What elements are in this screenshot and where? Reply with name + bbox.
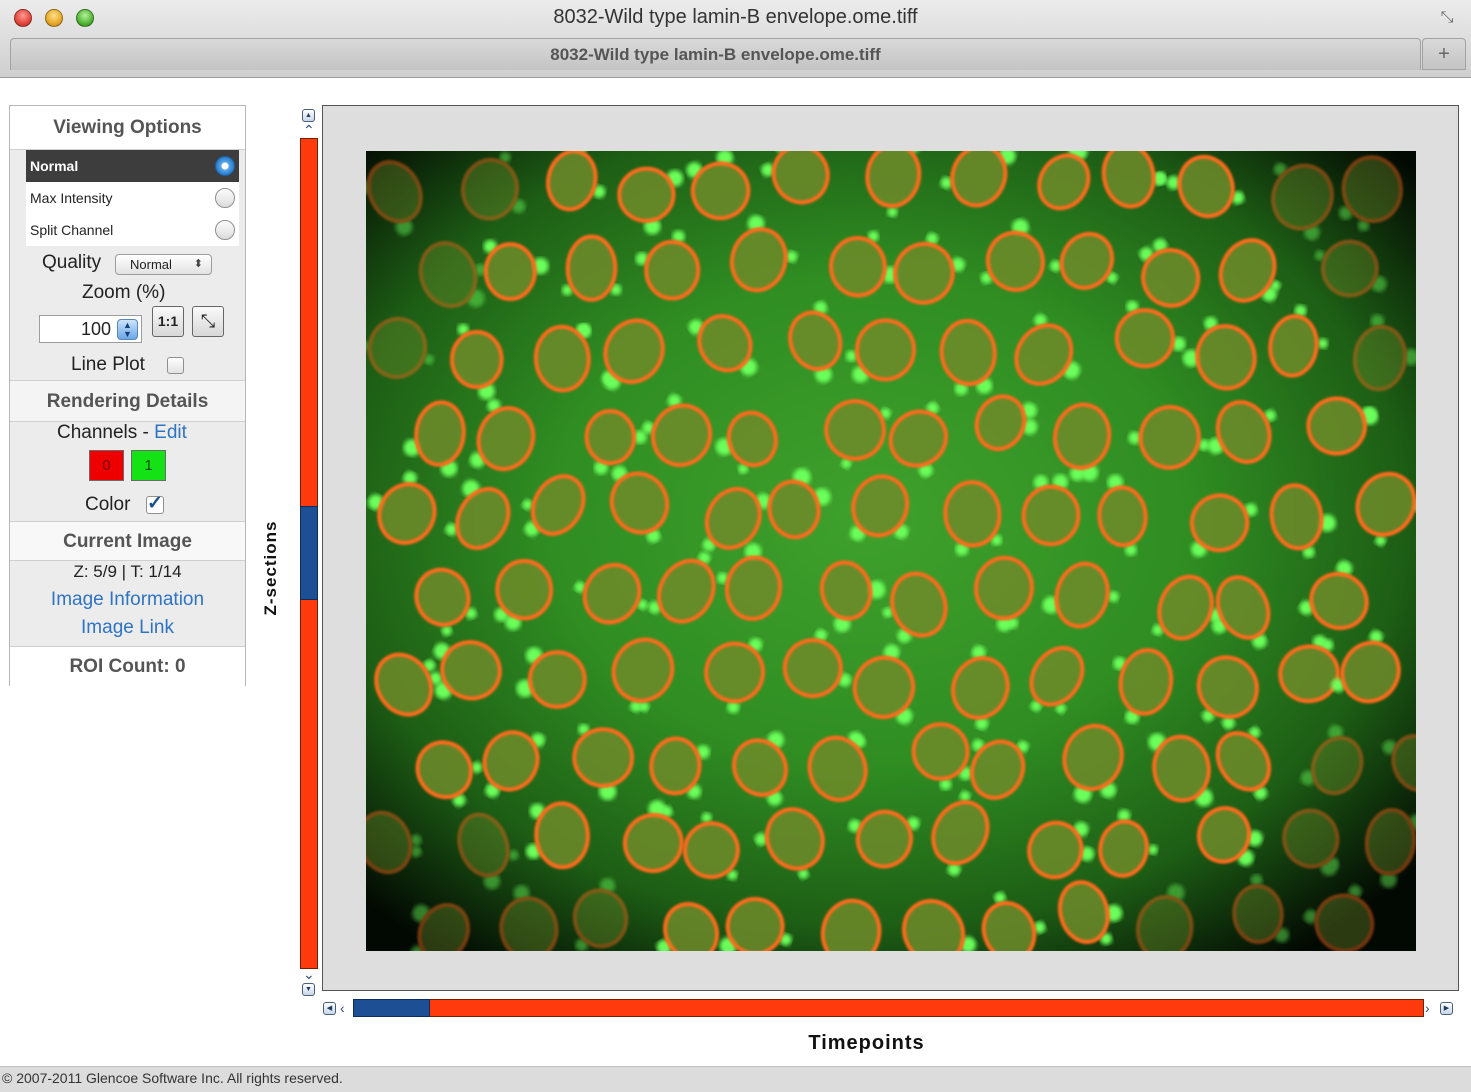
new-tab-button[interactable]: + <box>1422 38 1466 70</box>
tab-title: 8032-Wild type lamin-B envelope.ome.tiff <box>550 45 881 64</box>
color-label: Color <box>85 494 131 515</box>
browser-tab[interactable]: 8032-Wild type lamin-B envelope.ome.tiff <box>10 38 1421 70</box>
window-titlebar: 8032-Wild type lamin-B envelope.ome.tiff… <box>0 0 1471 78</box>
fullscreen-icon[interactable]: ⤡ <box>1437 9 1457 29</box>
z-step-up-button[interactable]: ⌃ <box>303 122 315 138</box>
color-checkbox[interactable]: ✓ <box>146 493 164 514</box>
viewing-mode-max-intensity[interactable]: Max Intensity <box>26 182 239 214</box>
radio-unselected-icon[interactable] <box>215 188 235 208</box>
image-viewport[interactable] <box>322 105 1459 991</box>
channels-label: Channels <box>57 422 138 443</box>
arrow-left-icon: ◀ <box>326 1005 333 1012</box>
viewing-mode-radio-group: Normal Max Intensity Split Channel <box>26 150 239 246</box>
t-step-forward-button[interactable]: › <box>1425 1000 1430 1016</box>
image-information-link[interactable]: Image Information <box>10 589 245 611</box>
channel-0-toggle[interactable]: 0 <box>89 450 124 481</box>
chevron-left-icon: ‹ <box>340 1000 345 1016</box>
fit-to-window-icon: ⤡ <box>200 311 216 331</box>
quality-select[interactable]: Normal ⬍ <box>115 254 212 275</box>
viewing-options-header: Viewing Options <box>10 106 245 150</box>
quality-select-value: Normal <box>130 257 172 272</box>
channels-edit-link[interactable]: Edit <box>154 422 187 443</box>
microscopy-image[interactable] <box>366 151 1416 951</box>
line-plot-label: Line Plot <box>71 354 145 375</box>
window-title: 8032-Wild type lamin-B envelope.ome.tiff <box>553 6 918 28</box>
one-to-one-icon: 1:1 <box>157 313 179 329</box>
select-arrows-icon: ⬍ <box>193 258 203 270</box>
zoom-stepper[interactable]: ▲ ▼ <box>117 319 138 340</box>
viewing-mode-label: Max Intensity <box>30 190 113 206</box>
z-first-button[interactable]: ▲ <box>302 109 315 122</box>
t-first-button[interactable]: ◀ <box>323 1002 336 1015</box>
channel-1-toggle[interactable]: 1 <box>131 450 166 481</box>
zoom-label: Zoom (%) <box>82 282 166 303</box>
quality-label: Quality <box>42 252 102 273</box>
viewing-mode-label: Split Channel <box>30 222 114 238</box>
roi-count: ROI Count: 0 <box>10 646 245 686</box>
t-slider-handle[interactable] <box>353 999 430 1017</box>
copyright-text: © 2007-2011 Glencoe Software Inc. All ri… <box>2 1070 343 1086</box>
t-slider-track[interactable] <box>353 999 1424 1017</box>
radio-unselected-icon[interactable] <box>215 220 235 240</box>
arrow-down-icon: ▼ <box>305 986 312 993</box>
z-sections-label: Z-sections <box>261 520 280 616</box>
z-t-position: Z: 5/9 | T: 1/14 <box>73 562 182 581</box>
viewing-mode-normal[interactable]: Normal <box>26 150 239 182</box>
rendering-details-header: Rendering Details <box>10 380 245 422</box>
checkmark-icon: ✓ <box>147 493 163 514</box>
chevron-down-icon: ⌄ <box>303 966 315 982</box>
arrow-up-icon: ▲ <box>305 112 312 119</box>
line-plot-checkbox[interactable] <box>167 357 184 374</box>
z-sections-label-wrap: Z-sections <box>259 520 283 620</box>
viewing-mode-label: Normal <box>30 158 79 174</box>
chevron-right-icon: › <box>1425 1000 1430 1016</box>
t-step-back-button[interactable]: ‹ <box>340 1000 345 1016</box>
plus-icon: + <box>1438 43 1450 65</box>
t-last-button[interactable]: ▶ <box>1440 1002 1453 1015</box>
zoom-actual-size-button[interactable]: 1:1 <box>152 306 184 337</box>
timepoints-label: Timepoints <box>808 1032 925 1054</box>
z-step-down-button[interactable]: ⌄ <box>303 966 315 982</box>
viewing-mode-split-channel[interactable]: Split Channel <box>26 214 239 246</box>
current-image-header: Current Image <box>10 521 245 561</box>
channels-row: Channels - Edit <box>57 422 187 444</box>
radio-selected-icon[interactable] <box>215 156 235 176</box>
z-slider-handle[interactable] <box>300 506 318 600</box>
z-last-button[interactable]: ▼ <box>302 983 315 996</box>
zoom-fit-button[interactable]: ⤡ <box>192 306 224 337</box>
arrow-right-icon: ▶ <box>1443 1005 1450 1012</box>
image-link[interactable]: Image Link <box>10 617 245 639</box>
chevron-up-icon: ⌃ <box>303 122 315 138</box>
left-panel: Viewing Options Normal Max Intensity Spl… <box>9 105 246 686</box>
channels-separator: - <box>137 422 155 443</box>
footer: © 2007-2011 Glencoe Software Inc. All ri… <box>0 1066 1471 1092</box>
